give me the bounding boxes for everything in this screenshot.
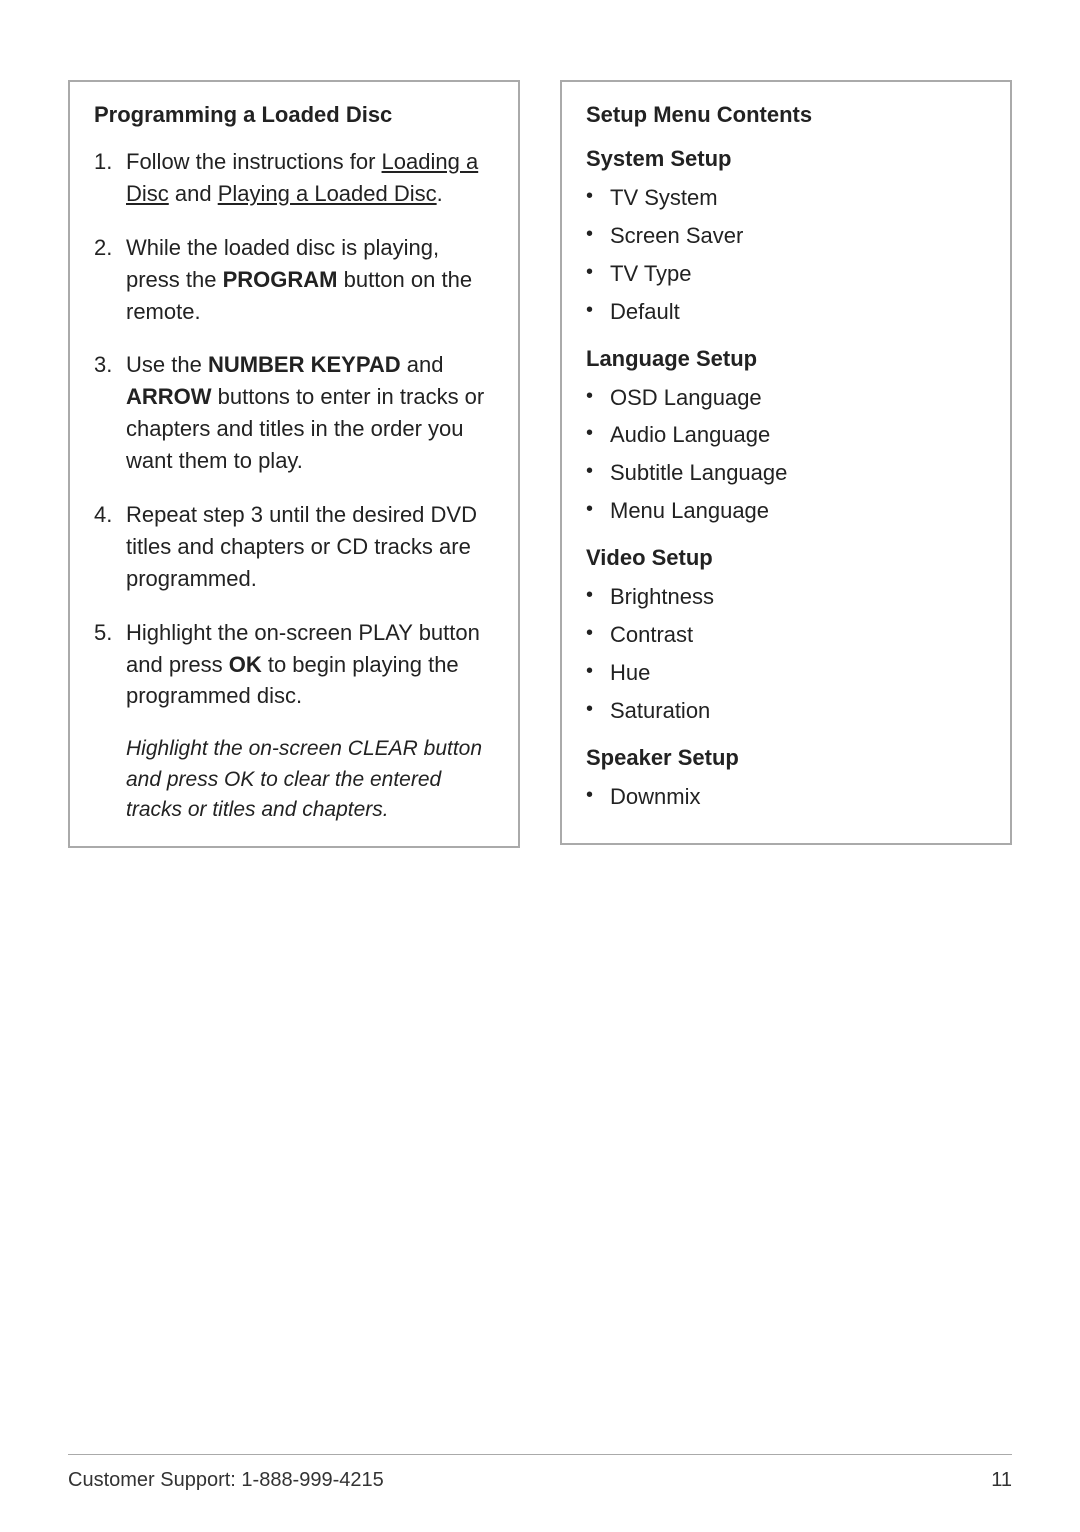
step-5: Highlight the on-screen PLAY button and … [94,617,494,713]
footer: Customer Support: 1-888-999-4215 11 [68,1454,1012,1492]
list-item: TV Type [586,258,986,290]
language-setup-header: Language Setup [586,346,986,372]
number-keypad-bold: NUMBER KEYPAD [208,352,401,377]
language-setup-list: OSD Language Audio Language Subtitle Lan… [586,382,986,528]
video-setup-header: Video Setup [586,545,986,571]
step-4-text: Repeat step 3 until the desired DVD titl… [126,499,494,595]
video-setup-list: Brightness Contrast Hue Saturation [586,581,986,727]
list-item: Saturation [586,695,986,727]
list-item: Brightness [586,581,986,613]
step-2-text: While the loaded disc is playing, press … [126,232,494,328]
list-item: Default [586,296,986,328]
left-column-header: Programming a Loaded Disc [94,102,494,128]
right-column: Setup Menu Contents System Setup TV Syst… [560,80,1012,845]
speaker-setup-header: Speaker Setup [586,745,986,771]
list-item: Screen Saver [586,220,986,252]
list-item: Audio Language [586,419,986,451]
step-1: Follow the instructions for Loading a Di… [94,146,494,210]
list-item: OSD Language [586,382,986,414]
list-item: Downmix [586,781,986,813]
footer-page: 11 [991,1469,1012,1492]
system-setup-list: TV System Screen Saver TV Type Default [586,182,986,328]
right-column-header: Setup Menu Contents [586,102,986,128]
list-item: Contrast [586,619,986,651]
list-item: TV System [586,182,986,214]
speaker-setup-list: Downmix [586,781,986,813]
left-column: Programming a Loaded Disc Follow the ins… [68,80,520,848]
page-content: Programming a Loaded Disc Follow the ins… [0,0,1080,928]
step-5-text: Highlight the on-screen PLAY button and … [126,617,494,713]
step-4: Repeat step 3 until the desired DVD titl… [94,499,494,595]
list-item: Hue [586,657,986,689]
step-2: While the loaded disc is playing, press … [94,232,494,328]
arrow-bold: ARROW [126,384,212,409]
steps-list: Follow the instructions for Loading a Di… [94,146,494,712]
playing-link: Playing a Loaded Disc [218,181,437,206]
step-3: Use the NUMBER KEYPAD and ARROW buttons … [94,349,494,477]
step-3-text: Use the NUMBER KEYPAD and ARROW buttons … [126,349,494,477]
footer-support: Customer Support: 1-888-999-4215 [68,1469,384,1492]
program-bold: PROGRAM [223,267,338,292]
ok-bold: OK [229,652,262,677]
note-text: Highlight the on-screen CLEAR button and… [126,734,494,825]
list-item: Subtitle Language [586,457,986,489]
system-setup-header: System Setup [586,146,986,172]
list-item: Menu Language [586,495,986,527]
step-1-text: Follow the instructions for Loading a Di… [126,146,494,210]
two-column-layout: Programming a Loaded Disc Follow the ins… [68,80,1012,848]
